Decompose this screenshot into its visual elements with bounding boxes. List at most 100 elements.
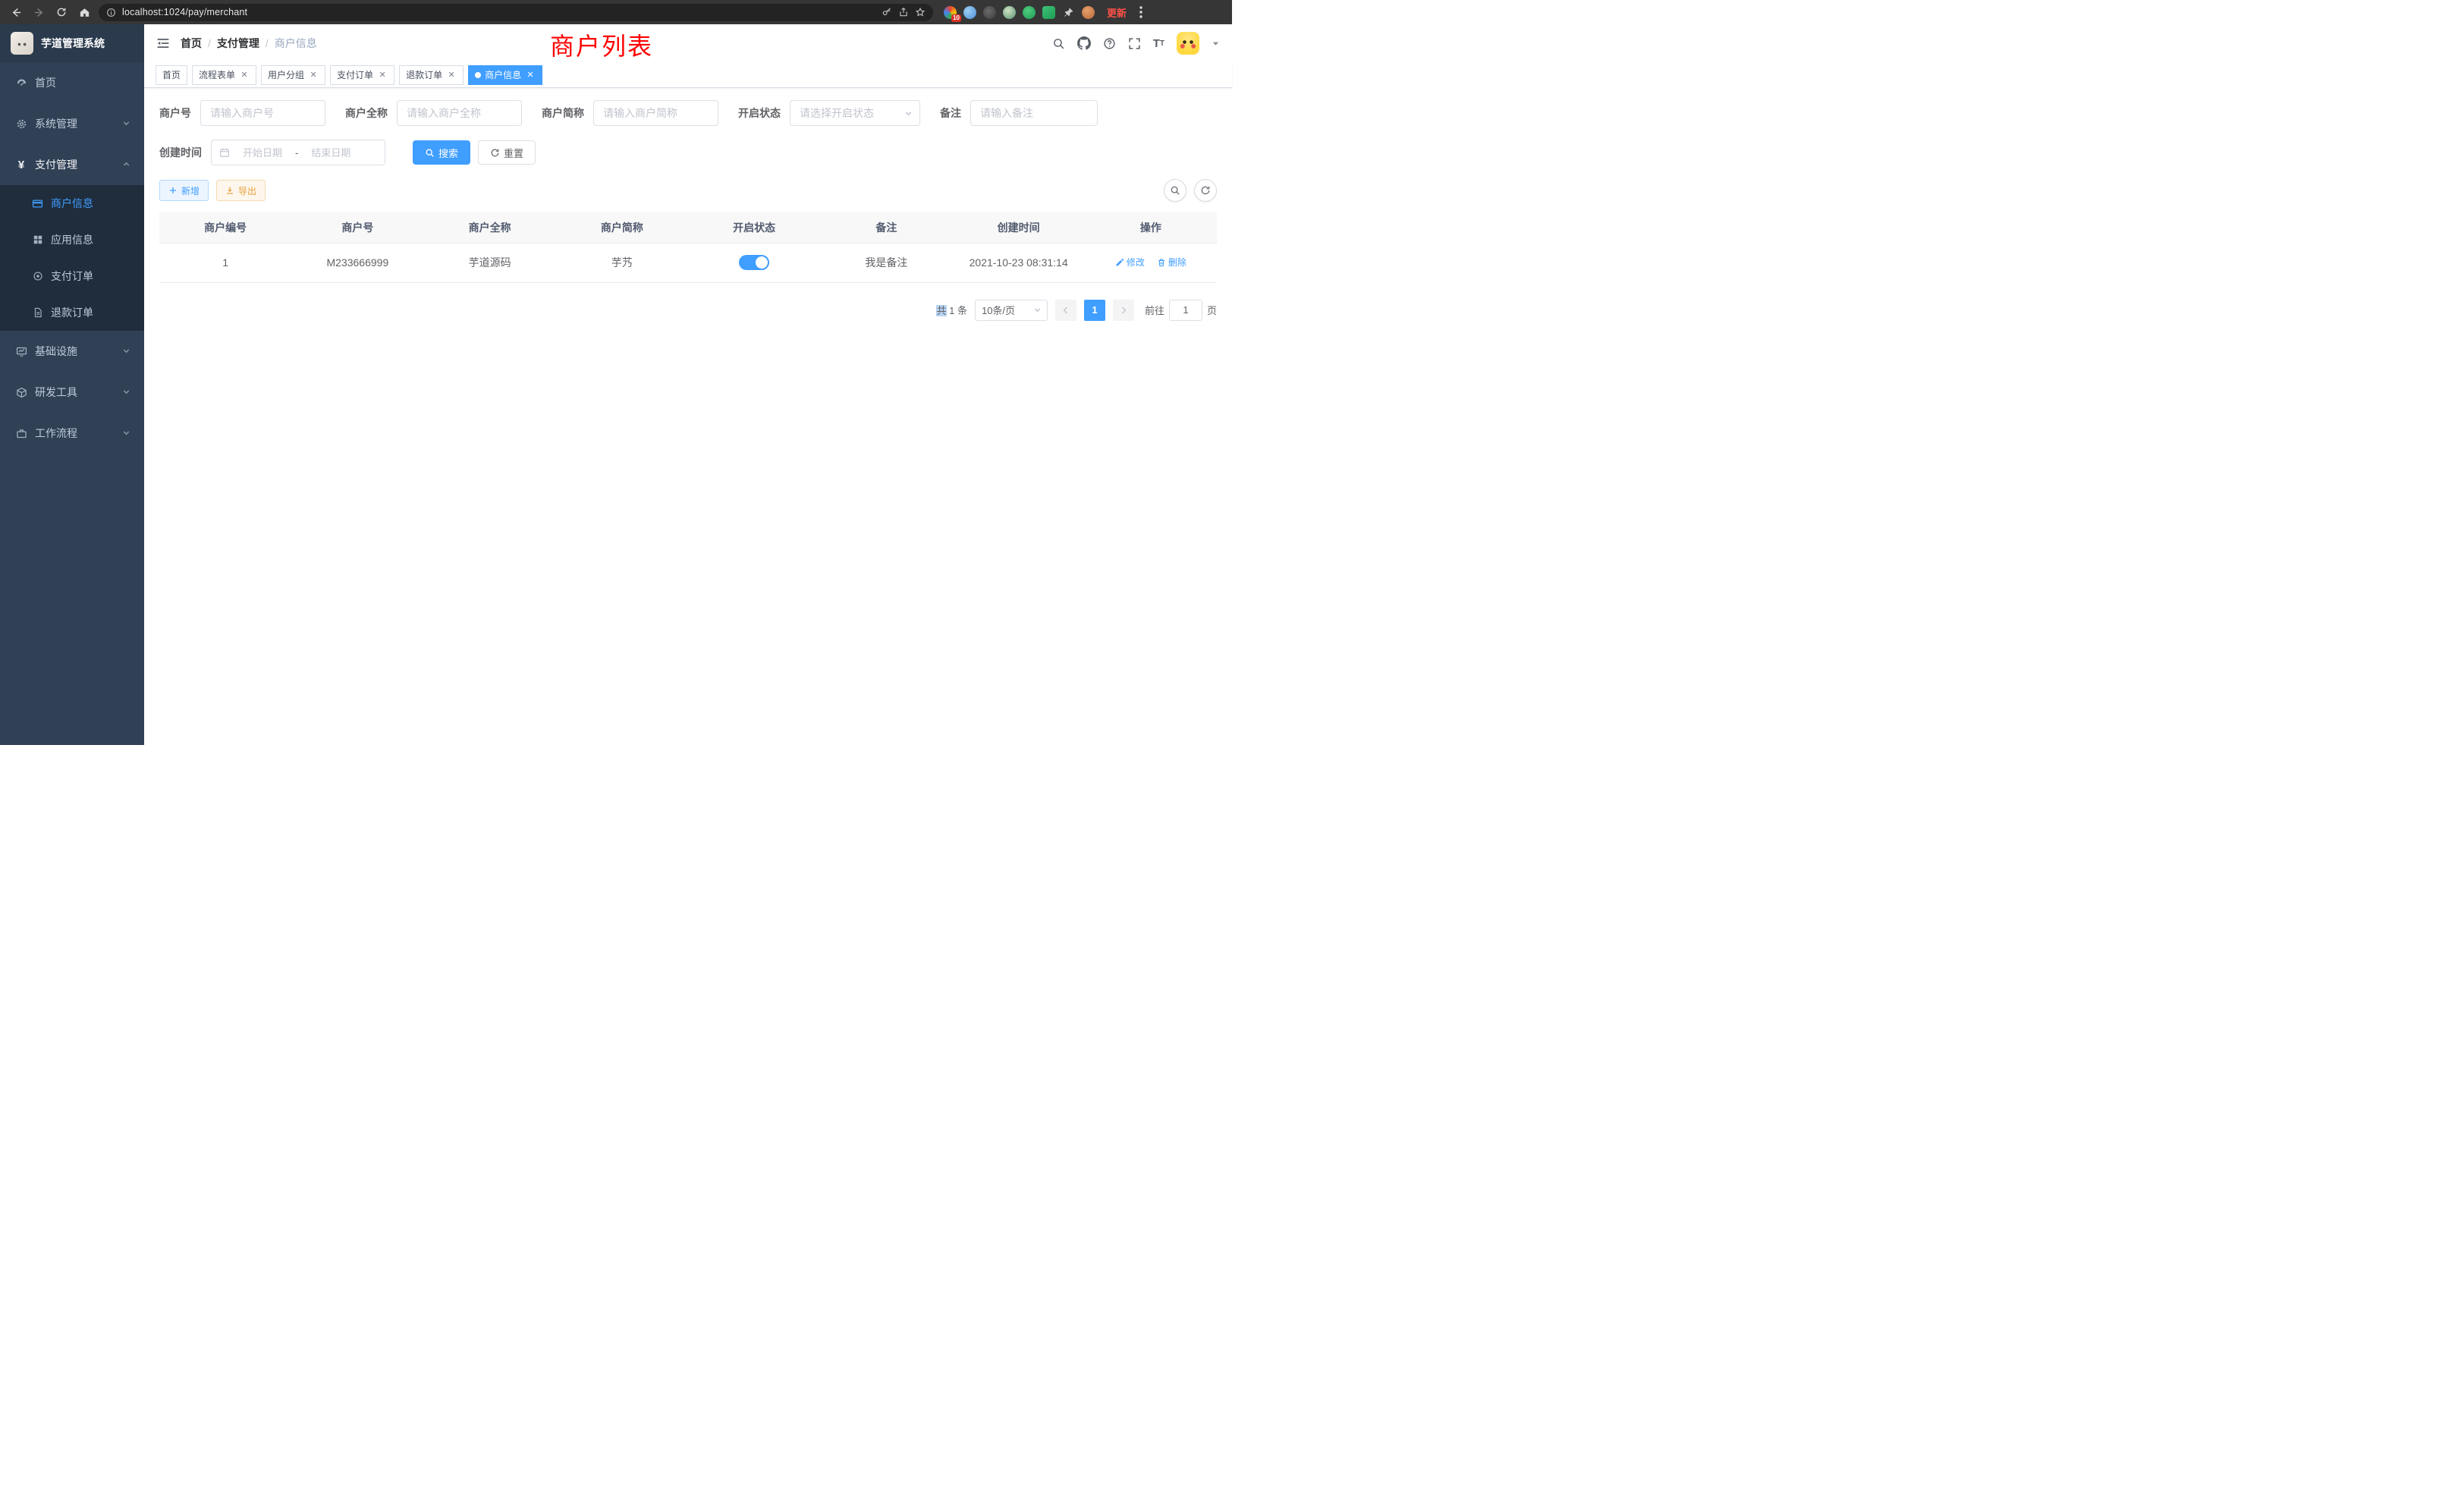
prev-page-button[interactable] bbox=[1055, 300, 1076, 321]
tab-home[interactable]: 首页 bbox=[156, 65, 187, 85]
date-range-picker[interactable]: - bbox=[211, 140, 385, 165]
active-tab-dot bbox=[475, 72, 481, 78]
dashboard-icon bbox=[15, 77, 27, 89]
tab-pay-order[interactable]: 支付订单 ✕ bbox=[330, 65, 394, 85]
delete-link[interactable]: 删除 bbox=[1157, 256, 1186, 269]
col-status: 开启状态 bbox=[688, 212, 820, 243]
extension-orange-icon[interactable] bbox=[1082, 6, 1095, 19]
status-select[interactable] bbox=[790, 100, 920, 126]
page-content: 商户号 商户全称 商户简称 开启状态 bbox=[144, 88, 1232, 745]
browser-update-button[interactable]: 更新 bbox=[1107, 5, 1127, 20]
bookmark-star-icon[interactable] bbox=[915, 7, 926, 17]
breadcrumb-payment[interactable]: 支付管理 bbox=[217, 36, 259, 51]
extension-dark-icon[interactable] bbox=[983, 6, 996, 19]
grid-icon bbox=[32, 234, 43, 245]
refresh-table-button[interactable] bbox=[1194, 179, 1217, 202]
export-button[interactable]: 导出 bbox=[216, 180, 266, 201]
merchant-no-input[interactable] bbox=[200, 100, 325, 126]
sidebar-item-workflow[interactable]: 工作流程 bbox=[0, 413, 144, 454]
font-size-icon[interactable]: TT bbox=[1153, 37, 1164, 50]
add-button[interactable]: 新增 bbox=[159, 180, 209, 201]
sidebar-subitem-refund-order[interactable]: 退款订单 bbox=[0, 294, 144, 331]
date-end-input[interactable] bbox=[303, 147, 359, 159]
sidebar-subitem-merchant-info[interactable]: 商户信息 bbox=[0, 185, 144, 222]
goto-page-input[interactable] bbox=[1169, 300, 1202, 321]
sidebar-subitem-pay-order[interactable]: 支付订单 bbox=[0, 258, 144, 294]
tab-merchant-info[interactable]: 商户信息 ✕ bbox=[468, 65, 542, 85]
help-icon[interactable] bbox=[1103, 37, 1116, 50]
breadcrumb: 首页 / 支付管理 / 商户信息 bbox=[181, 36, 317, 51]
tab-user-group[interactable]: 用户分组 ✕ bbox=[261, 65, 325, 85]
tab-refund-order[interactable]: 退款订单 ✕ bbox=[399, 65, 464, 85]
sidebar-item-payment[interactable]: ¥ 支付管理 bbox=[0, 144, 144, 185]
extension-blue-icon[interactable] bbox=[963, 6, 976, 19]
extension-green-circle-icon[interactable] bbox=[1023, 6, 1036, 19]
close-icon[interactable]: ✕ bbox=[446, 70, 457, 80]
edit-link[interactable]: 修改 bbox=[1115, 256, 1145, 269]
passwords-key-icon[interactable] bbox=[882, 7, 892, 17]
back-arrow-icon bbox=[11, 7, 22, 18]
close-icon[interactable]: ✕ bbox=[525, 70, 536, 80]
toggle-search-button[interactable] bbox=[1164, 179, 1186, 202]
header-search-icon[interactable] bbox=[1052, 37, 1065, 50]
reset-button[interactable]: 重置 bbox=[478, 140, 536, 165]
site-info-icon[interactable] bbox=[106, 8, 116, 17]
browser-forward-button[interactable] bbox=[30, 4, 47, 20]
breadcrumb-separator: / bbox=[266, 37, 269, 49]
tab-process-form[interactable]: 流程表单 ✕ bbox=[192, 65, 256, 85]
user-avatar[interactable] bbox=[1177, 32, 1199, 55]
sidebar-item-system[interactable]: 系统管理 bbox=[0, 103, 144, 144]
merchant-short-input[interactable] bbox=[593, 100, 718, 126]
page-number-1[interactable]: 1 bbox=[1084, 300, 1105, 321]
sidebar-item-home[interactable]: 首页 bbox=[0, 62, 144, 103]
fullscreen-icon[interactable] bbox=[1128, 37, 1141, 50]
browser-back-button[interactable] bbox=[8, 4, 24, 20]
merchant-name-input[interactable] bbox=[397, 100, 522, 126]
browser-home-button[interactable] bbox=[76, 4, 93, 20]
url-text[interactable]: localhost:1024/pay/merchant bbox=[122, 7, 875, 17]
main-area: 商户列表 首页 / 支付管理 / 商户信息 bbox=[144, 24, 1232, 745]
sidebar-subitem-app-info[interactable]: 应用信息 bbox=[0, 222, 144, 258]
extension-avatar-icon[interactable] bbox=[1003, 6, 1016, 19]
reload-icon bbox=[56, 7, 67, 17]
close-icon[interactable]: ✕ bbox=[308, 70, 319, 80]
remark-input[interactable] bbox=[970, 100, 1098, 126]
filter-label: 商户简称 bbox=[542, 105, 584, 121]
breadcrumb-separator: / bbox=[208, 37, 211, 49]
page-size-select[interactable]: 10条/页 bbox=[975, 300, 1048, 321]
filter-label: 备注 bbox=[940, 105, 961, 121]
extension-colorful-icon[interactable]: 10 bbox=[944, 6, 957, 19]
next-page-button[interactable] bbox=[1113, 300, 1134, 321]
plus-icon bbox=[168, 186, 178, 195]
github-icon[interactable] bbox=[1077, 36, 1091, 50]
date-start-input[interactable] bbox=[234, 147, 291, 159]
sidebar-item-dev-tools[interactable]: 研发工具 bbox=[0, 372, 144, 413]
browser-reload-button[interactable] bbox=[53, 4, 70, 20]
top-navbar: 首页 / 支付管理 / 商户信息 bbox=[144, 24, 1232, 62]
cell-merchant-no: M233666999 bbox=[291, 243, 423, 282]
hamburger-icon[interactable] bbox=[156, 36, 170, 50]
close-icon[interactable]: ✕ bbox=[239, 70, 250, 80]
status-toggle[interactable] bbox=[739, 255, 769, 270]
address-bar[interactable]: localhost:1024/pay/merchant bbox=[99, 4, 933, 21]
share-icon[interactable] bbox=[898, 7, 909, 17]
cell-status bbox=[688, 243, 820, 282]
cube-icon bbox=[15, 387, 27, 398]
extension-pin-icon[interactable] bbox=[1062, 6, 1075, 19]
extension-green-square-icon[interactable] bbox=[1042, 6, 1055, 19]
close-icon[interactable]: ✕ bbox=[377, 70, 388, 80]
breadcrumb-home[interactable]: 首页 bbox=[181, 36, 202, 51]
search-button[interactable]: 搜索 bbox=[413, 140, 470, 165]
status-select-input[interactable] bbox=[790, 100, 920, 126]
avatar-caret-icon[interactable] bbox=[1212, 39, 1220, 48]
app-logo[interactable]: 芋道管理系统 bbox=[0, 24, 144, 62]
browser-menu-button[interactable] bbox=[1136, 6, 1146, 18]
breadcrumb-current: 商户信息 bbox=[275, 36, 317, 51]
refresh-icon bbox=[1200, 185, 1211, 196]
cell-full-name: 芋道源码 bbox=[424, 243, 556, 282]
sidebar-item-infrastructure[interactable]: 基础设施 bbox=[0, 331, 144, 372]
col-full-name: 商户全称 bbox=[424, 212, 556, 243]
briefcase-icon bbox=[15, 428, 27, 439]
document-icon bbox=[32, 307, 43, 318]
chevron-up-icon bbox=[122, 159, 130, 171]
